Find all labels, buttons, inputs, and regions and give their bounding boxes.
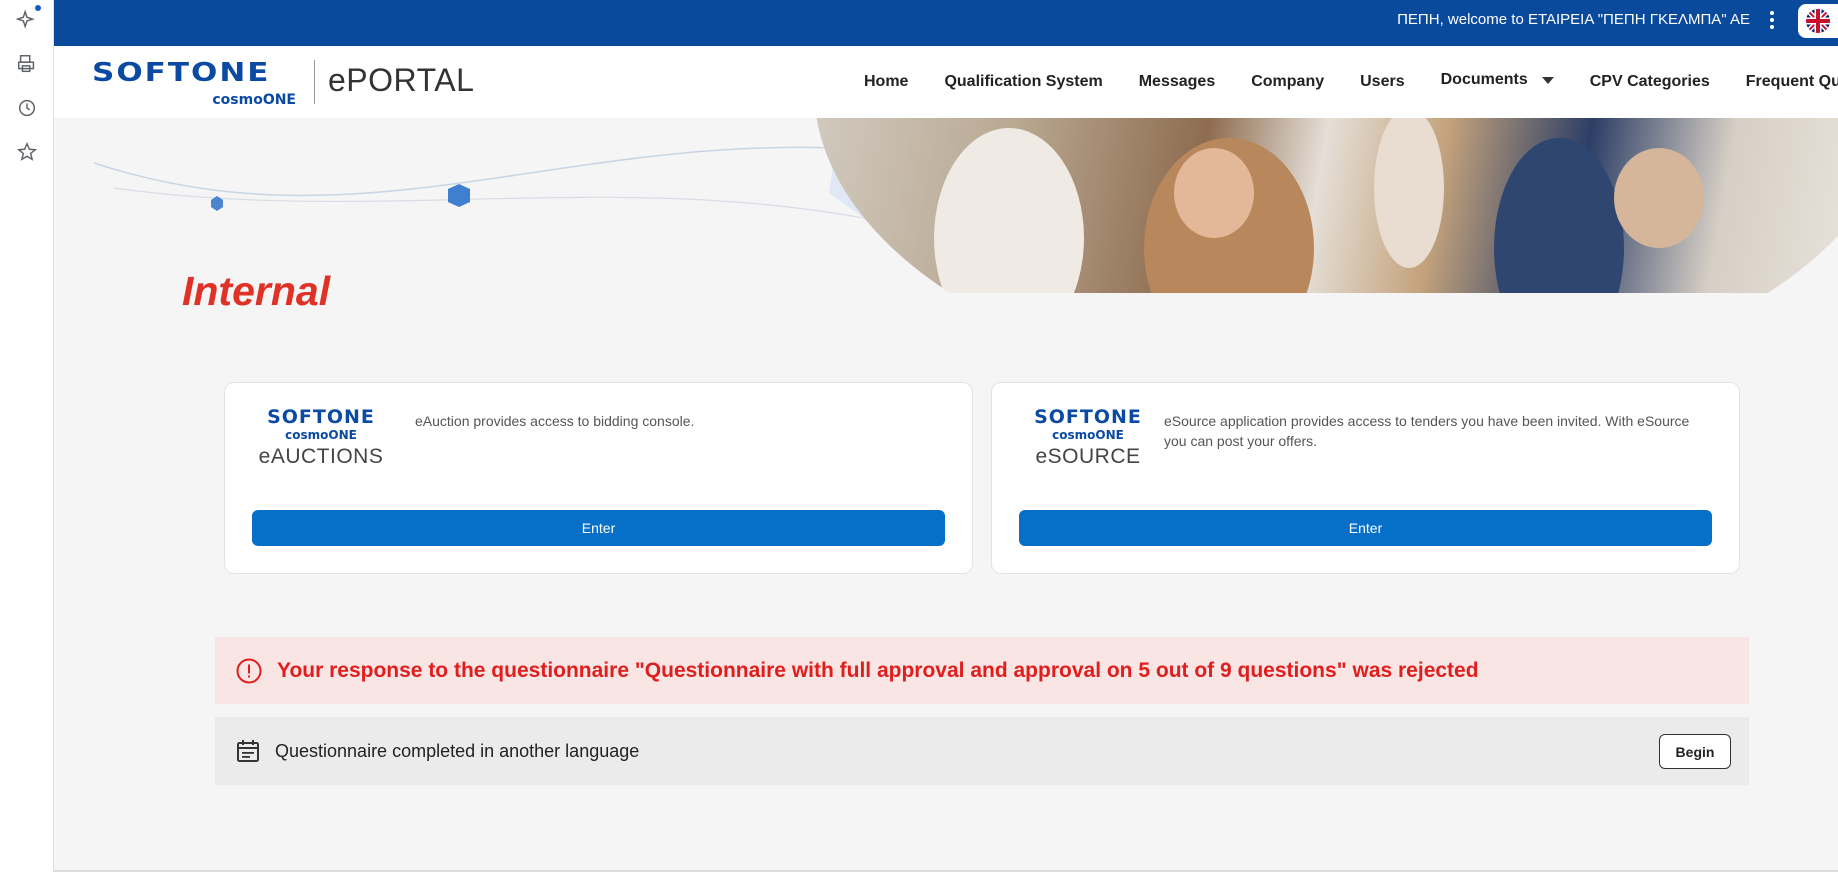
main-nav: Home Qualification System Messages Compa… bbox=[864, 46, 1838, 118]
softone-logo[interactable]: SOFTONE cosmoONE bbox=[92, 58, 312, 108]
nav-frequent-questions[interactable]: Frequent Que bbox=[1746, 73, 1838, 91]
eauctions-logo: SOFTONE cosmoONE eAUCTIONS bbox=[251, 407, 391, 477]
welcome-text: ΠΕΠΗ, welcome to ΕΤΑΙΡΕΙΑ "ΠΕΠΗ ΓΚΕΛΜΠΑ"… bbox=[1397, 11, 1750, 28]
browser-side-rail bbox=[0, 0, 54, 872]
nav-cpv-categories[interactable]: CPV Categories bbox=[1590, 73, 1710, 91]
nav-home[interactable]: Home bbox=[864, 73, 908, 91]
questionnaire-info-row: Questionnaire completed in another langu… bbox=[215, 717, 1749, 785]
top-bar: ΠΕΠΗ, welcome to ΕΤΑΙΡΕΙΑ "ΠΕΠΗ ΓΚΕΛΜΠΑ"… bbox=[54, 0, 1838, 46]
uk-flag-icon bbox=[1806, 9, 1830, 33]
nav-documents-label: Documents bbox=[1440, 71, 1528, 88]
language-selector[interactable] bbox=[1798, 4, 1838, 38]
nav-qualification-system[interactable]: Qualification System bbox=[944, 73, 1102, 91]
brand-sub: cosmoONE bbox=[212, 92, 296, 108]
esource-enter-button[interactable]: Enter bbox=[1019, 510, 1712, 546]
card-product: eAUCTIONS bbox=[258, 445, 384, 468]
eauctions-enter-button[interactable]: Enter bbox=[252, 510, 945, 546]
notification-dot bbox=[35, 5, 41, 11]
eauctions-card: SOFTONE cosmoONE eAUCTIONS eAuction prov… bbox=[224, 382, 973, 574]
esource-card: SOFTONE cosmoONE eSOURCE eSource applica… bbox=[991, 382, 1740, 574]
sparkle-icon bbox=[16, 9, 35, 29]
nav-company[interactable]: Company bbox=[1251, 73, 1324, 91]
card-brand-sub: cosmoONE bbox=[285, 428, 357, 442]
esource-logo: SOFTONE cosmoONE eSOURCE bbox=[1018, 407, 1158, 477]
history-icon bbox=[18, 99, 36, 117]
card-brand: SOFTONE bbox=[1034, 406, 1142, 428]
logo-divider bbox=[314, 60, 315, 104]
portal-name: ePORTAL bbox=[328, 62, 475, 98]
questionnaire-rejected-alert: Your response to the questionnaire "Ques… bbox=[215, 637, 1749, 704]
nav-users[interactable]: Users bbox=[1360, 73, 1404, 91]
brand-name: SOFTONE bbox=[92, 58, 271, 88]
nav-documents[interactable]: Documents bbox=[1441, 71, 1554, 89]
card-brand: SOFTONE bbox=[267, 406, 375, 428]
info-message: Questionnaire completed in another langu… bbox=[275, 740, 640, 761]
page-title: Internal bbox=[182, 268, 331, 314]
favorites-button[interactable] bbox=[9, 134, 45, 170]
team-high-five-photo bbox=[814, 118, 1838, 293]
site-header: SOFTONE cosmoONE ePORTAL Home Qualificat… bbox=[54, 46, 1838, 118]
calendar-list-icon bbox=[237, 740, 259, 762]
alert-circle-icon bbox=[236, 658, 262, 683]
history-button[interactable] bbox=[9, 90, 45, 126]
begin-button[interactable]: Begin bbox=[1659, 734, 1731, 769]
kebab-menu-icon[interactable] bbox=[1760, 8, 1784, 32]
printer-icon bbox=[18, 55, 35, 73]
alert-message: Your response to the questionnaire "Ques… bbox=[277, 658, 1479, 682]
nav-messages[interactable]: Messages bbox=[1139, 73, 1216, 91]
card-description: eSource application provides access to t… bbox=[1164, 413, 1690, 449]
chevron-down-icon bbox=[1541, 76, 1554, 84]
card-product: eSOURCE bbox=[1035, 445, 1141, 468]
print-button[interactable] bbox=[9, 46, 45, 82]
card-description: eAuction provides access to bidding cons… bbox=[415, 413, 695, 429]
card-brand-sub: cosmoONE bbox=[1052, 428, 1124, 442]
sparkle-button[interactable] bbox=[9, 2, 45, 38]
star-icon bbox=[16, 141, 38, 161]
hero-banner bbox=[54, 118, 1838, 293]
